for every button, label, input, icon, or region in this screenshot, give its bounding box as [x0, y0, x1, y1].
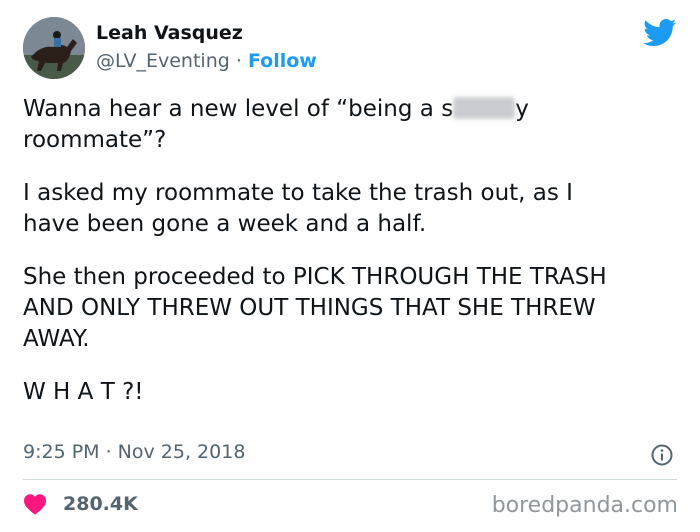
- heart-icon[interactable]: [23, 493, 47, 515]
- divider: [23, 479, 677, 480]
- author-handle[interactable]: @LV_Eventing: [96, 50, 230, 72]
- tweet-text: Wanna hear a new level of “being a s: [23, 96, 454, 122]
- author-name[interactable]: Leah Vasquez: [96, 22, 243, 44]
- handle-separator: ·: [229, 50, 248, 72]
- censored-word: [453, 97, 516, 119]
- tweet-timestamp[interactable]: 9:25 PM · Nov 25, 2018: [23, 441, 245, 463]
- twitter-bird-icon[interactable]: [643, 19, 677, 47]
- like-row: 280.4K: [23, 490, 138, 518]
- tweet-body: Wanna hear a new level of “being a sy ro…: [23, 94, 683, 430]
- follow-button[interactable]: Follow: [248, 50, 317, 72]
- tweet-paragraph: Wanna hear a new level of “being a sy ro…: [23, 94, 683, 156]
- watermark: boredpanda.com: [491, 493, 678, 518]
- avatar[interactable]: [23, 17, 85, 79]
- info-icon[interactable]: [650, 443, 674, 467]
- tweet-paragraph: I asked my roommate to take the trash ou…: [23, 180, 573, 237]
- like-count[interactable]: 280.4K: [63, 493, 138, 515]
- tweet-paragraph: She then proceeded to PICK THROUGH THE T…: [23, 264, 607, 352]
- handle-row: @LV_Eventing · Follow: [96, 50, 317, 72]
- tweet-paragraph: W H A T ?!: [23, 379, 144, 405]
